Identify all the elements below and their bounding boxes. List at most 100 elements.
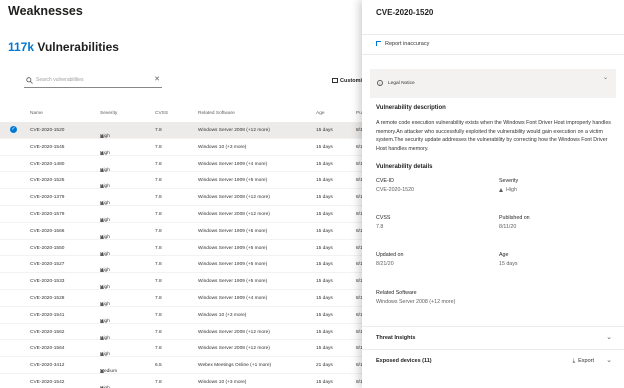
table-row[interactable]: CVE-2020-1564 High 7.8 Windows Server 2008 …	[0, 340, 363, 357]
cell-cvss: 7.8	[155, 245, 162, 251]
chevron-down-icon[interactable]: ⌄	[603, 74, 608, 81]
cell-cvss: 7.8	[155, 329, 162, 335]
table-header: Name Severity CVSS Related Software Age …	[0, 106, 365, 122]
cell-related-software: Windows 10 (+3 more)	[198, 144, 247, 150]
published-value: 8/11/20	[499, 224, 517, 230]
related-software-label: Related Software	[376, 290, 417, 296]
header-related-software[interactable]: Related Software	[198, 111, 235, 116]
header-age[interactable]: Age	[316, 111, 325, 116]
cell-name: CVE-2020-1379	[30, 195, 65, 201]
cell-related-software: Windows 10 (+3 more)	[198, 312, 247, 318]
cell-cvss: 6.5	[155, 363, 162, 369]
cell-name: CVE-2020-1579	[30, 211, 65, 217]
warning-icon	[499, 188, 503, 192]
cell-cvss: 7.8	[155, 195, 162, 201]
table-row[interactable]: CVE-2020-1541 High 7.8 Windows 10 (+3 more)…	[0, 307, 363, 324]
cell-name: CVE-2020-1564	[30, 346, 65, 352]
table-row[interactable]: CVE-2020-1480 High 7.8 Windows Server 1909 …	[0, 156, 363, 173]
table-row[interactable]: CVE-2020-1525 High 7.8 Windows Server 1909 …	[0, 172, 363, 189]
cell-related-software: Windows Server 1909 (+4 more)	[198, 295, 268, 301]
clear-search-icon[interactable]: ✕	[154, 75, 160, 83]
cell-name: CVE-2020-1562	[30, 329, 65, 335]
vulnerability-description: A remote code execution vulnerability ex…	[376, 120, 611, 152]
vulnerabilities-table: Name Severity CVSS Related Software Age …	[0, 106, 365, 388]
row-selected-check-icon[interactable]: ✓	[10, 126, 17, 133]
cell-age: 15 days	[316, 279, 333, 285]
table-row[interactable]: CVE-2020-1528 High 7.8 Windows Server 1909 …	[0, 290, 363, 307]
cell-cvss: 7.8	[155, 379, 162, 385]
cell-related-software: Windows Server 2008 (+12 more)	[198, 195, 270, 201]
page-title: Weaknesses	[8, 4, 83, 18]
cvss-field: CVSS 7.8	[376, 215, 390, 230]
header-severity[interactable]: Severity	[100, 111, 117, 116]
table-row[interactable]: CVE-2020-1379 High 7.8 Windows Server 2008 …	[0, 189, 363, 206]
header-cvss[interactable]: CVSS	[155, 111, 168, 116]
cvss-value: 7.8	[376, 224, 384, 230]
cell-name: CVE-2020-1533	[30, 279, 65, 285]
table-row[interactable]: CVE-2020-1562 High 7.8 Windows Server 2008 …	[0, 324, 363, 341]
vulnerability-label: Vulnerabilities	[34, 40, 119, 54]
cell-age: 15 days	[316, 228, 333, 234]
export-button[interactable]: ⤓ Export	[573, 358, 594, 365]
age-field: Age 15 days	[499, 252, 518, 267]
cell-age: 15 days	[316, 295, 333, 301]
cell-related-software: Windows Server 1909 (+5 more)	[198, 279, 268, 285]
table-row[interactable]: CVE-2020-1579 High 7.8 Windows Server 2008 …	[0, 206, 363, 223]
search-icon	[26, 77, 33, 84]
table-row[interactable]: CVE-2020-1527 High 7.8 Windows Server 1909 …	[0, 256, 363, 273]
cell-age: 15 days	[316, 195, 333, 201]
cell-name: CVE-2020-1545	[30, 144, 65, 150]
legal-notice-label: Legal Notice	[388, 81, 415, 86]
vulnerabilities-heading: 117k Vulnerabilities	[8, 40, 119, 54]
cell-cvss: 7.8	[155, 262, 162, 268]
table-row[interactable]: CVE-2020-1533 High 7.8 Windows Server 1909 …	[0, 273, 363, 290]
cve-id-value: CVE-2020-1520	[376, 187, 414, 193]
cell-name: CVE-2020-1566	[30, 228, 65, 234]
header-name[interactable]: Name	[30, 111, 43, 116]
cell-age: 15 days	[316, 262, 333, 268]
cell-name: CVE-2020-1520	[30, 128, 65, 133]
cell-cvss: 7.8	[155, 279, 162, 285]
related-software-field: Related Software Windows Server 2008 (+12…	[376, 290, 455, 305]
cell-cvss: 7.8	[155, 346, 162, 352]
legal-notice-banner[interactable]: i Legal Notice ⌄	[370, 69, 616, 98]
cell-cvss: 7.8	[155, 312, 162, 318]
info-icon: i	[377, 80, 383, 86]
cell-age: 15 days	[316, 245, 333, 251]
table-row[interactable]: CVE-2020-1550 High 7.8 Windows Server 1909 …	[0, 240, 363, 257]
severity-label: Severity	[499, 178, 519, 184]
cell-name: CVE-2020-1480	[30, 161, 65, 167]
table-row[interactable]: CVE-2020-1545 High 7.8 Windows 10 (+3 more)…	[0, 139, 363, 156]
description-heading: Vulnerability description	[376, 105, 446, 111]
threat-insights-section[interactable]: Threat Insights ⌄	[362, 326, 624, 348]
cell-cvss: 7.8	[155, 295, 162, 301]
search-input[interactable]: Search vulnerabilities	[36, 77, 84, 83]
vulnerability-count: 117k	[8, 40, 35, 54]
cell-name: CVE-2020-1527	[30, 262, 65, 268]
search-box[interactable]: Search vulnerabilities ✕	[24, 75, 162, 88]
table-row[interactable]: ✓ CVE-2020-1520 High 7.8 Windows Server 2008…	[0, 122, 363, 139]
cvss-label: CVSS	[376, 215, 391, 221]
table-row[interactable]: CVE-2020-3412 Medium 6.5 Webex Meetings Onl…	[0, 357, 363, 374]
cell-name: CVE-2020-1550	[30, 245, 65, 251]
cell-age: 15 days	[316, 312, 333, 318]
panel-divider	[362, 54, 624, 55]
cell-related-software: Windows Server 2008 (+12 more)	[198, 329, 270, 335]
related-software-value: Windows Server 2008 (+12 more)	[376, 299, 456, 305]
updated-label: Updated on	[376, 252, 404, 258]
chevron-down-icon[interactable]: ⌄	[606, 356, 612, 364]
chevron-down-icon[interactable]: ⌄	[606, 333, 612, 341]
cell-related-software: Windows Server 1909 (+5 more)	[198, 262, 268, 268]
table-row[interactable]: CVE-2020-1566 High 7.8 Windows Server 1909 …	[0, 223, 363, 240]
cell-related-software: Windows Server 2008 (+12 more)	[198, 128, 270, 133]
exposed-devices-section[interactable]: Exposed devices (11) ⤓ Export ⌄	[362, 349, 624, 371]
report-inaccuracy-button[interactable]: Report inaccuracy	[376, 41, 429, 47]
report-inaccuracy-label: Report inaccuracy	[385, 41, 430, 47]
cell-age: 21 days	[316, 363, 333, 369]
cell-name: CVE-2020-1525	[30, 178, 65, 184]
cell-age: 15 days	[316, 379, 333, 385]
table-row[interactable]: CVE-2020-1542High7.8Windows 10 (+3 more)…	[0, 374, 363, 388]
columns-icon	[332, 78, 338, 84]
cell-age: 15 days	[316, 211, 333, 217]
cell-age: 15 days	[316, 178, 333, 184]
